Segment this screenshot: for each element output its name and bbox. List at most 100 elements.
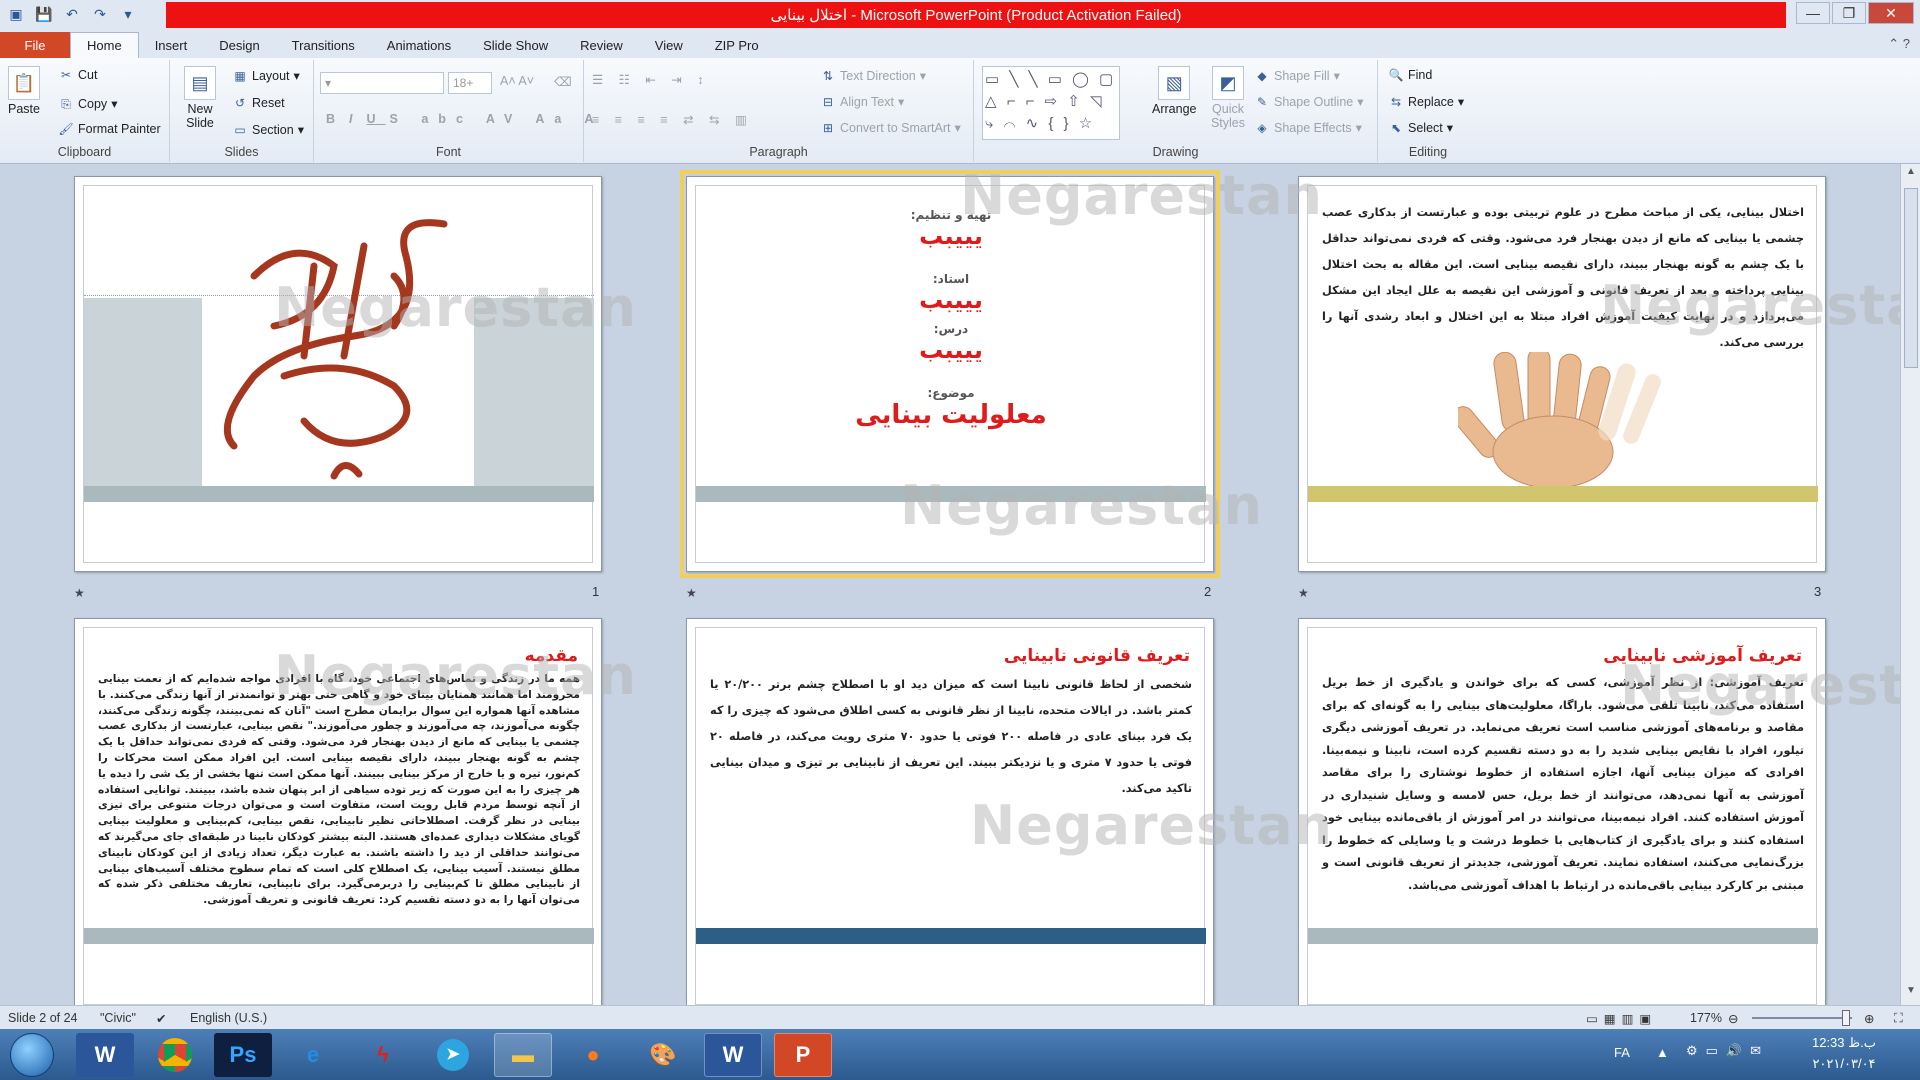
section-button[interactable]: ▭ Section ▾	[232, 122, 304, 138]
font-name-combo[interactable]: ▾	[320, 72, 444, 94]
spellcheck-icon[interactable]: ✔	[156, 1011, 166, 1026]
redo-icon[interactable]: ↷	[88, 3, 112, 25]
slide-thumbnail-6[interactable]: تعریف آموزشی نابینایی تعریف آموزشی: از ن…	[1298, 618, 1826, 1005]
scroll-thumb[interactable]	[1904, 188, 1918, 368]
tray-expand-icon[interactable]: ▲	[1656, 1045, 1669, 1060]
replace-button[interactable]: ⇆ Replace ▾	[1388, 94, 1464, 110]
flash-taskbar-icon[interactable]: ϟ	[354, 1033, 412, 1077]
font-size-combo[interactable]: 18+	[448, 72, 492, 94]
word-taskbar-icon[interactable]: W	[76, 1033, 134, 1077]
paste-button[interactable]: 📋 Paste	[8, 66, 40, 116]
quick-access-toolbar: ▣ 💾 ↶ ↷ ▾	[4, 3, 140, 25]
transition-star-icon[interactable]: ★	[1298, 586, 1309, 600]
shape-effects-button[interactable]: ◈ Shape Effects ▾	[1254, 120, 1362, 136]
slide-number-3: 3	[1814, 584, 1822, 599]
copy-button[interactable]: ⎘ Copy ▾	[58, 96, 117, 112]
arrange-icon: ▧	[1158, 66, 1191, 100]
shape-fill-button[interactable]: ◆ Shape Fill ▾	[1254, 68, 1340, 84]
tab-review[interactable]: Review	[564, 32, 639, 58]
minimize-button[interactable]: —	[1796, 2, 1830, 24]
tab-file[interactable]: File	[0, 32, 70, 58]
tab-zip-pro[interactable]: ZIP Pro	[699, 32, 775, 58]
new-slide-icon: ▤	[184, 66, 216, 100]
zoom-slider[interactable]	[1752, 1017, 1852, 1019]
internet-explorer-taskbar-icon[interactable]: e	[284, 1033, 342, 1077]
maximize-button[interactable]: ❐	[1832, 2, 1866, 24]
slide-left-panel	[84, 298, 202, 488]
photoshop-taskbar-icon[interactable]: Ps	[214, 1033, 272, 1077]
slide-thumbnail-2[interactable]: تهیه و تنظیم: یییبب استاد: یییبب درس: یی…	[680, 170, 1220, 578]
tab-design[interactable]: Design	[203, 32, 275, 58]
slide-thumbnail-3[interactable]: اختلال بینایی، یکی از مباحث مطرح در علوم…	[1298, 176, 1826, 572]
arrange-button[interactable]: ▧ Arrange	[1152, 66, 1196, 116]
word-open-taskbar-icon[interactable]: W	[704, 1033, 762, 1077]
hand-image	[1458, 352, 1661, 486]
slide-footer-bar	[1308, 928, 1818, 944]
shape-outline-button[interactable]: ✎ Shape Outline ▾	[1254, 94, 1364, 110]
undo-icon[interactable]: ↶	[60, 3, 84, 25]
tab-home[interactable]: Home	[70, 32, 139, 58]
slide-thumbnail-4[interactable]: مقدمه همه ما در زندگی و تماس‌های اجتماعی…	[74, 618, 602, 1005]
scroll-up-icon[interactable]: ▲	[1901, 166, 1920, 184]
vertical-scrollbar[interactable]: ▲ ▼	[1900, 164, 1920, 1005]
input-language[interactable]: FA	[1614, 1045, 1630, 1060]
paint-taskbar-icon[interactable]: 🎨	[634, 1033, 692, 1077]
app-icon[interactable]: ▣	[4, 3, 28, 25]
tray-icons[interactable]: ⚙▭🔊✉	[1686, 1043, 1769, 1059]
text-direction-icon: ⇅	[822, 68, 834, 83]
new-slide-button[interactable]: ▤ New Slide	[180, 66, 220, 130]
list-buttons[interactable]: ☰ ☷ ⇤ ⇥ ↕	[592, 72, 710, 87]
powerpoint-taskbar-icon[interactable]: P	[774, 1033, 832, 1077]
zoom-out-icon[interactable]: ⊖	[1728, 1011, 1738, 1026]
clock-time[interactable]: 12:33 ب.ظ	[1796, 1035, 1892, 1051]
grow-font-button[interactable]: A˄ A˅	[500, 74, 534, 88]
customize-qat-icon[interactable]: ▾	[116, 3, 140, 25]
chrome-taskbar-icon[interactable]	[146, 1033, 204, 1077]
convert-smartart-button[interactable]: ⊞ Convert to SmartArt ▾	[820, 120, 961, 136]
title-bar: ▣ 💾 ↶ ↷ ▾ اختلال بینایی - Microsoft Powe…	[0, 0, 1920, 30]
transition-star-icon[interactable]: ★	[74, 586, 85, 600]
clear-format-icon[interactable]: ⌫	[554, 74, 572, 89]
close-button[interactable]: ✕	[1868, 2, 1914, 24]
slide-thumbnail-1[interactable]	[74, 176, 602, 572]
align-buttons[interactable]: ≡ ≡ ≡ ≡ ⇄ ⇆ ▥	[592, 112, 753, 127]
ribbon: 📋 Paste ✂ Cut ⎘ Copy ▾ 🖌 Format Painter Cli…	[0, 58, 1920, 164]
align-text-button[interactable]: ⊟ Align Text ▾	[820, 94, 904, 110]
slide-thumbnail-5[interactable]: تعریف قانونی نابینایی شخصی از لحاظ قانون…	[686, 618, 1214, 1005]
zoom-in-icon[interactable]: ⊕	[1864, 1011, 1874, 1026]
scissors-icon: ✂	[60, 68, 72, 82]
tab-insert[interactable]: Insert	[139, 32, 204, 58]
layout-button[interactable]: ▦ Layout ▾	[232, 68, 299, 84]
transition-star-icon[interactable]: ★	[686, 586, 697, 600]
zoom-slider-handle[interactable]	[1842, 1010, 1850, 1026]
cut-button[interactable]: ✂ Cut	[58, 68, 97, 82]
quick-styles-button[interactable]: ◩ Quick Styles	[1206, 66, 1250, 130]
slide-right-panel	[474, 298, 594, 488]
font-style-buttons[interactable]: BIUS abc AV Aa A	[326, 112, 603, 126]
firefox-taskbar-icon[interactable]: ●	[564, 1033, 622, 1077]
scroll-down-icon[interactable]: ▼	[1901, 985, 1920, 1003]
tab-view[interactable]: View	[639, 32, 699, 58]
fit-window-icon[interactable]: ⛶	[1894, 1011, 1903, 1026]
zoom-level[interactable]: 177%	[1690, 1011, 1722, 1025]
telegram-taskbar-icon[interactable]: ➤	[424, 1033, 482, 1077]
format-painter-button[interactable]: 🖌 Format Painter	[58, 122, 160, 136]
tab-slide-show[interactable]: Slide Show	[467, 32, 564, 58]
theme-name: "Civic"	[100, 1011, 136, 1025]
shapes-gallery[interactable]: ▭ ╲ ╲ ▭ ◯ ▢ △ ⌐ ⌐ ⇨ ⇧ ◹ ⤷ ⌒ ∿ { } ☆	[982, 66, 1120, 140]
save-icon[interactable]: 💾	[32, 3, 56, 25]
find-button[interactable]: 🔍 Find	[1388, 68, 1433, 82]
slide-frame	[83, 185, 594, 563]
clock-date[interactable]: ۲۰۲۱/۰۳/۰۴	[1796, 1056, 1892, 1072]
reset-button[interactable]: ↺ Reset	[232, 96, 285, 110]
tab-animations[interactable]: Animations	[371, 32, 467, 58]
select-button[interactable]: ⬉ Select ▾	[1388, 120, 1453, 136]
help-icon[interactable]: ⌃ ?	[1888, 36, 1910, 52]
text-direction-button[interactable]: ⇅ Text Direction ▾	[820, 68, 926, 84]
start-button[interactable]	[10, 1033, 54, 1077]
file-explorer-taskbar-icon[interactable]: ▬	[494, 1033, 552, 1077]
view-buttons[interactable]: ▭▦▥▣	[1586, 1011, 1657, 1026]
quick-styles-icon: ◩	[1212, 66, 1244, 100]
tab-transitions[interactable]: Transitions	[276, 32, 371, 58]
language-status[interactable]: English (U.S.)	[190, 1011, 267, 1025]
